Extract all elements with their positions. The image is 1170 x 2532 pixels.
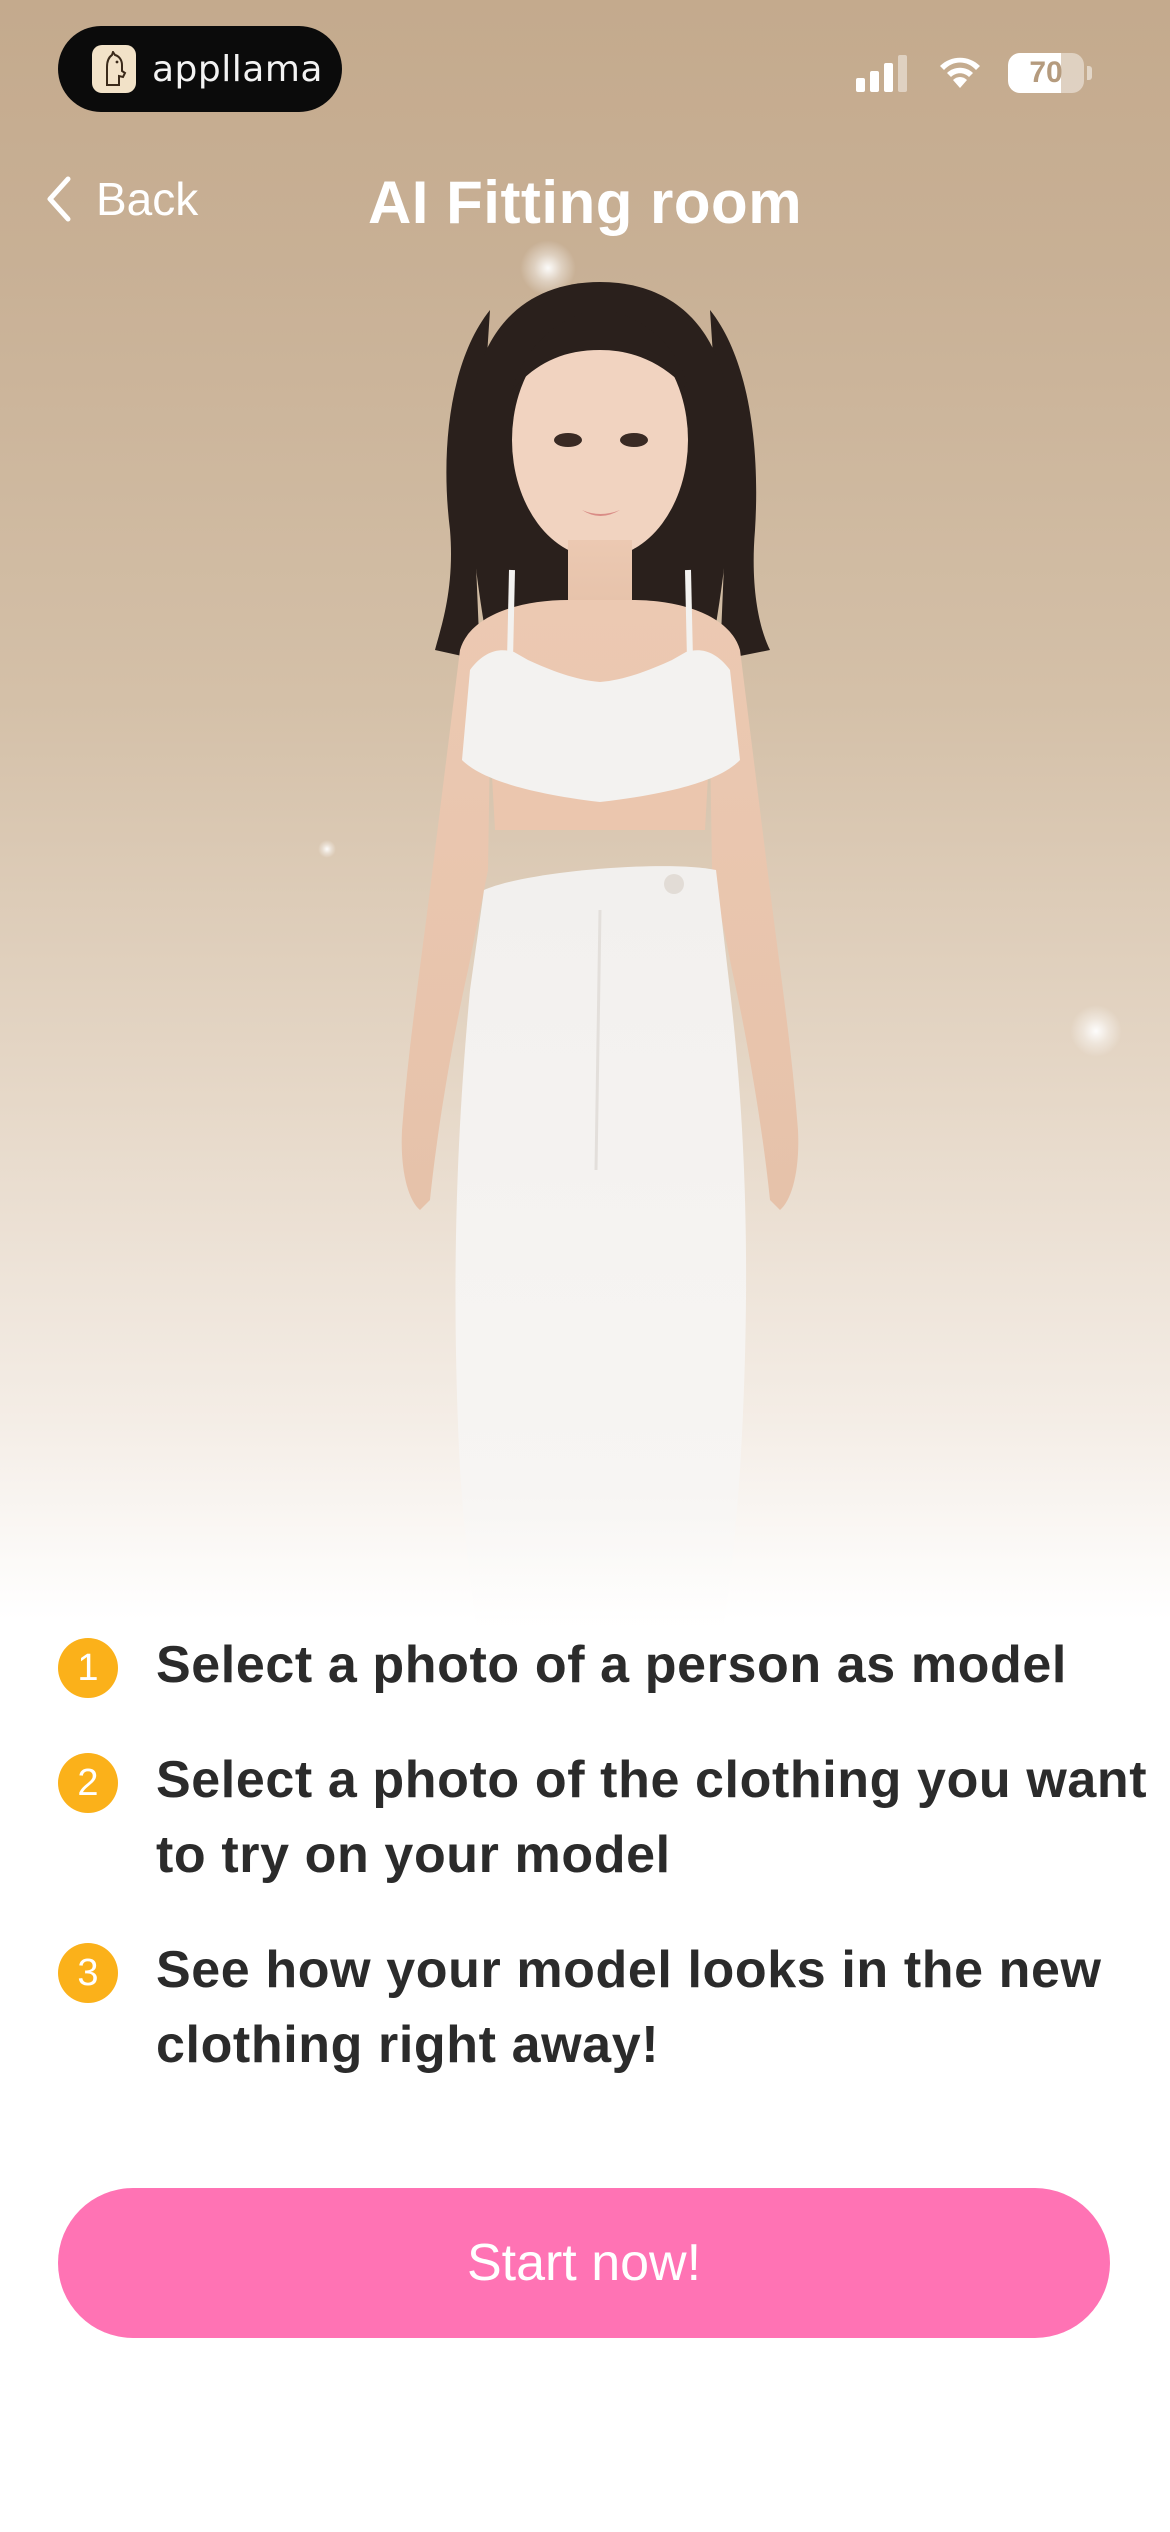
step-item: 3 See how your model looks in the new cl… <box>58 1933 1158 2083</box>
battery-level: 70 <box>1029 56 1063 89</box>
steps-list: 1 Select a photo of a person as model 2 … <box>58 1628 1158 2123</box>
page-title: AI Fitting room <box>367 169 803 236</box>
model-photo <box>401 282 799 1650</box>
wifi-icon <box>940 57 980 88</box>
step-text: Select a photo of a person as model <box>156 1636 1067 1694</box>
sparkle-decoration <box>1070 1005 1122 1057</box>
battery-icon: 70 <box>1008 53 1084 93</box>
step-number-badge: 2 <box>58 1753 118 1813</box>
step-item: 1 Select a photo of a person as model <box>58 1628 1158 1703</box>
status-indicators: 70 <box>856 50 1092 96</box>
llama-logo-icon <box>92 45 136 93</box>
start-now-button[interactable]: Start now! <box>58 2188 1110 2338</box>
step-number-badge: 3 <box>58 1943 118 2003</box>
step-number-badge: 1 <box>58 1638 118 1698</box>
fitting-room-screen: appllama 70 Back AI Fitting room 1 Selec… <box>0 0 1170 2532</box>
app-badge[interactable]: appllama <box>58 26 342 112</box>
step-text: See how your model looks in the new clot… <box>156 1941 1102 2074</box>
cellular-signal-icon <box>856 54 912 92</box>
step-item: 2 Select a photo of the clothing you wan… <box>58 1743 1158 1893</box>
app-badge-name: appllama <box>152 48 323 90</box>
step-text: Select a photo of the clothing you want … <box>156 1751 1148 1884</box>
battery-nub <box>1087 66 1092 80</box>
